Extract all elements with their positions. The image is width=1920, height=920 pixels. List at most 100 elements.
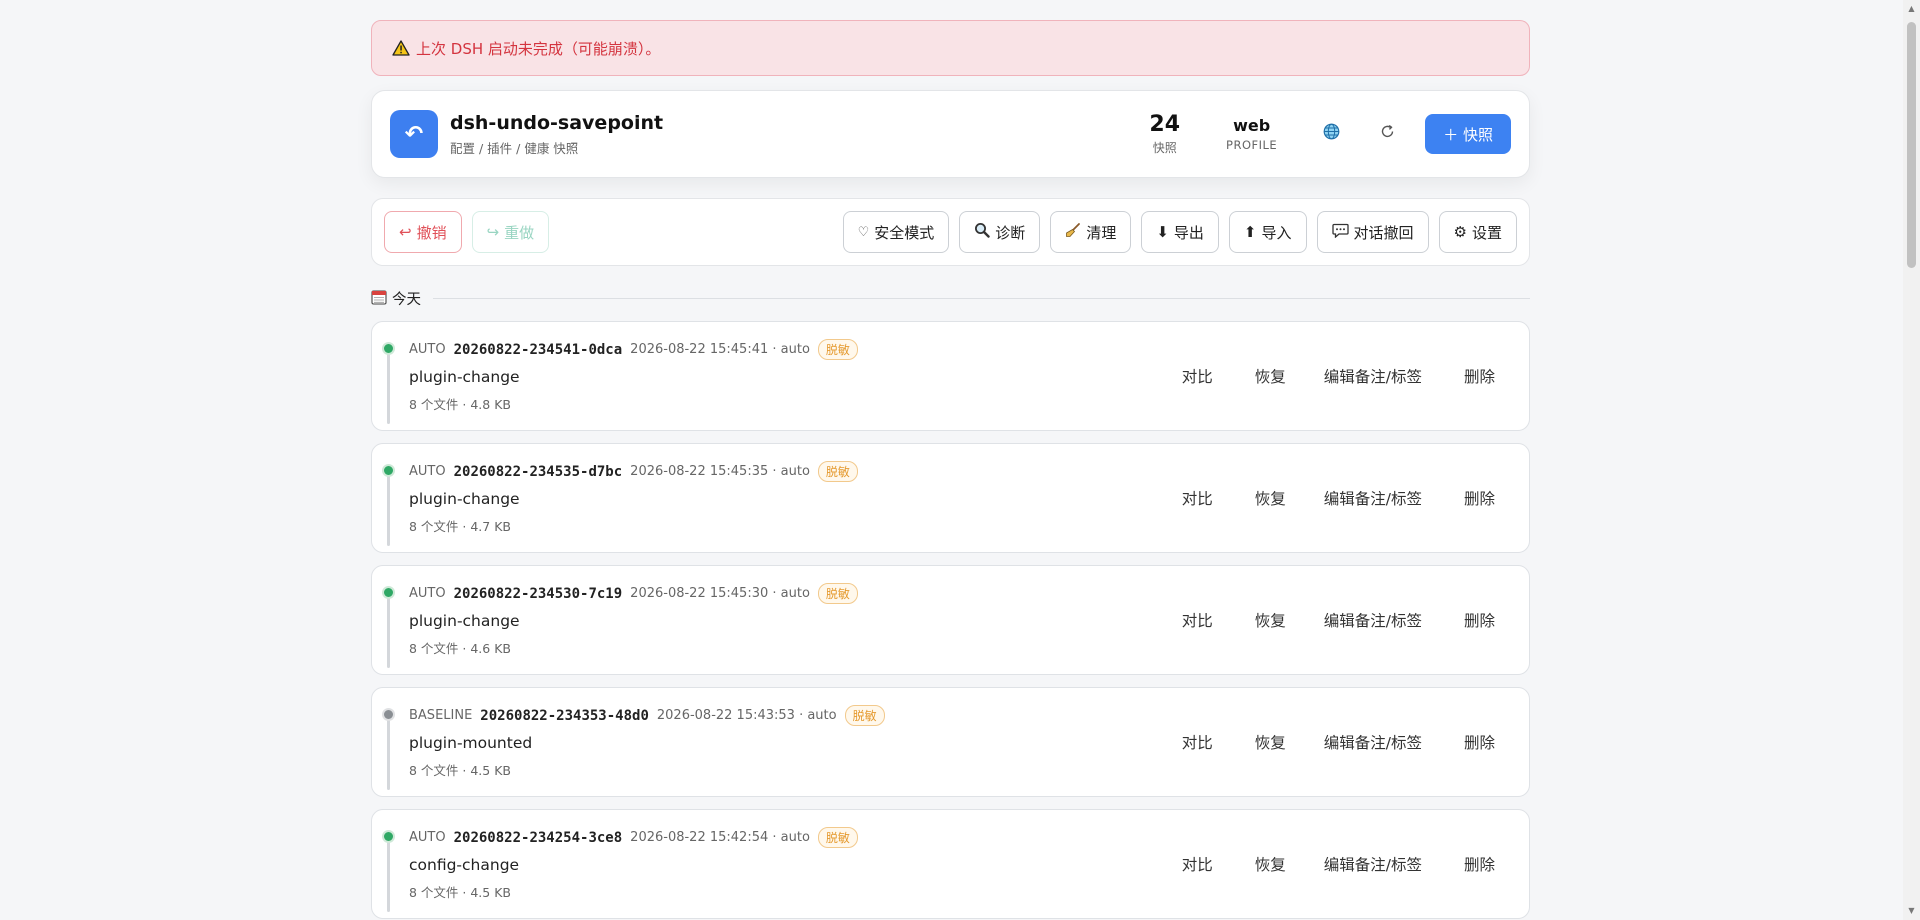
refresh-icon[interactable] [1380,124,1395,144]
compare-button[interactable]: 对比 [1182,853,1213,875]
clean-label: 清理 [1086,223,1117,242]
restore-button[interactable]: 恢复 [1255,609,1286,631]
snapshot-meta: 2026-08-22 15:45:35 · auto [630,464,810,479]
compare-button[interactable]: 对比 [1182,365,1213,387]
undo-button[interactable]: ↩ 撤销 [384,211,462,253]
section-title: 今天 [392,292,421,308]
timeline-rail [387,836,390,912]
delete-button[interactable]: 删除 [1464,487,1495,509]
timeline-rail [387,348,390,424]
globe-icon[interactable] [1323,123,1340,145]
redacted-badge: 脱敏 [817,461,858,482]
scroll-up-icon[interactable]: ▲ [1906,4,1917,14]
app-subtitle: 配置 / 插件 / 健康 快照 [450,140,579,156]
scroll-down-icon[interactable]: ▼ [1906,906,1917,916]
safe-mode-label: 安全模式 [874,223,935,242]
status-dot-icon [382,464,395,477]
main-container: 上次 DSH 启动未完成（可能崩溃）。 ↶ dsh-undo-savepoint… [371,20,1530,920]
restore-button[interactable]: 恢复 [1255,365,1286,387]
status-dot-icon [382,342,395,355]
arrow-down-icon: ⬇ [1156,223,1169,241]
snapshot-kind: AUTO [409,464,446,479]
snapshot-name: plugin-change [409,490,520,508]
snapshot-size: 8 个文件 · 4.5 KB [409,763,511,778]
snapshot-size: 8 个文件 · 4.7 KB [409,519,511,534]
redo-label: 重做 [504,223,535,242]
chat-undo-label: 对话撤回 [1353,223,1414,242]
edit-note-button[interactable]: 编辑备注/标签 [1324,853,1422,875]
snapshot-meta: 2026-08-22 15:43:53 · auto [656,708,837,723]
heart-icon: ♡ [857,224,870,240]
restore-button[interactable]: 恢复 [1255,487,1286,509]
section-divider [433,298,1530,299]
snapshot-count: 24 [1149,112,1181,137]
safe-mode-button[interactable]: ♡ 安全模式 [842,211,950,253]
redacted-badge: 脱敏 [844,705,885,726]
settings-button[interactable]: ⚙ 设置 [1438,211,1517,253]
snapshot-name: config-change [409,856,520,874]
snapshot-card[interactable]: AUTO 20260822-234535-d7bc 2026-08-22 15:… [371,443,1530,553]
calendar-icon [371,289,387,309]
export-button[interactable]: ⬇ 导出 [1141,211,1219,253]
snapshot-kind: AUTO [409,586,446,601]
snapshot-id: 20260822-234535-d7bc [453,463,623,480]
edit-note-button[interactable]: 编辑备注/标签 [1324,365,1422,387]
delete-button[interactable]: 删除 [1464,365,1495,387]
snapshot-card[interactable]: BASELINE 20260822-234353-48d0 2026-08-22… [371,687,1530,797]
snapshot-card[interactable]: AUTO 20260822-234530-7c19 2026-08-22 15:… [371,565,1530,675]
snapshot-meta: 2026-08-22 15:45:41 · auto [630,342,810,357]
new-snapshot-button[interactable]: ＋ 快照 [1425,114,1511,154]
snapshot-id: 20260822-234541-0dca [453,341,623,358]
snapshot-list: AUTO 20260822-234541-0dca 2026-08-22 15:… [371,321,1530,919]
snapshot-id: 20260822-234530-7c19 [453,585,623,602]
snapshot-name: plugin-mounted [409,734,533,752]
scrollbar-thumb[interactable] [1907,22,1916,268]
import-button[interactable]: ⬆ 导入 [1228,211,1307,253]
snapshot-kind: AUTO [409,830,446,845]
restore-button[interactable]: 恢复 [1255,731,1286,753]
snapshot-id: 20260822-234353-48d0 [480,707,649,724]
snapshot-card[interactable]: AUTO 20260822-234541-0dca 2026-08-22 15:… [371,321,1530,431]
export-label: 导出 [1173,223,1204,242]
app-header: ↶ dsh-undo-savepoint 配置 / 插件 / 健康 快照 24 … [371,90,1530,178]
profile-value: web [1233,116,1271,135]
undo-arrow-icon: ↶ [390,110,438,158]
speech-bubble-icon [1331,223,1349,242]
settings-label: 设置 [1471,223,1502,242]
edit-note-button[interactable]: 编辑备注/标签 [1324,609,1422,631]
scrollbar[interactable]: ▲ ▼ [1903,0,1920,920]
import-label: 导入 [1261,223,1292,242]
diagnose-button[interactable]: 诊断 [959,211,1041,253]
timeline-rail [387,470,390,546]
clean-button[interactable]: 清理 [1050,211,1132,253]
snapshot-size: 8 个文件 · 4.5 KB [409,885,511,900]
status-dot-icon [382,708,395,721]
redacted-badge: 脱敏 [817,583,858,604]
delete-button[interactable]: 删除 [1464,731,1495,753]
snapshot-size: 8 个文件 · 4.6 KB [409,641,511,656]
snapshot-card[interactable]: AUTO 20260822-234254-3ce8 2026-08-22 15:… [371,809,1530,919]
restore-button[interactable]: 恢复 [1255,853,1286,875]
redacted-badge: 脱敏 [817,827,858,848]
compare-button[interactable]: 对比 [1182,609,1213,631]
snapshot-name: plugin-change [409,612,520,630]
snapshot-kind: AUTO [409,342,446,357]
snapshot-size: 8 个文件 · 4.8 KB [409,397,511,412]
snapshot-name: plugin-change [409,368,520,386]
edit-note-button[interactable]: 编辑备注/标签 [1324,487,1422,509]
edit-note-button[interactable]: 编辑备注/标签 [1324,731,1422,753]
toolbar: ↩ 撤销 ↪ 重做 ♡ 安全模式 诊断 清理 ⬇ 导出 ⬆ 导入 对话撤回 ⚙ 设置 [371,198,1530,266]
snapshot-count-stat: 24 快照 [1149,112,1180,156]
status-dot-icon [382,586,395,599]
redo-button[interactable]: ↪ 重做 [471,211,550,253]
broom-icon [1065,222,1081,242]
compare-button[interactable]: 对比 [1182,731,1213,753]
timeline-rail [387,592,390,668]
timeline-rail [387,714,390,790]
compare-button[interactable]: 对比 [1182,487,1213,509]
profile-stat: web PROFILE [1226,116,1277,152]
delete-button[interactable]: 删除 [1464,609,1495,631]
diagnose-label: 诊断 [995,223,1026,242]
delete-button[interactable]: 删除 [1464,853,1495,875]
chat-undo-button[interactable]: 对话撤回 [1316,211,1429,253]
